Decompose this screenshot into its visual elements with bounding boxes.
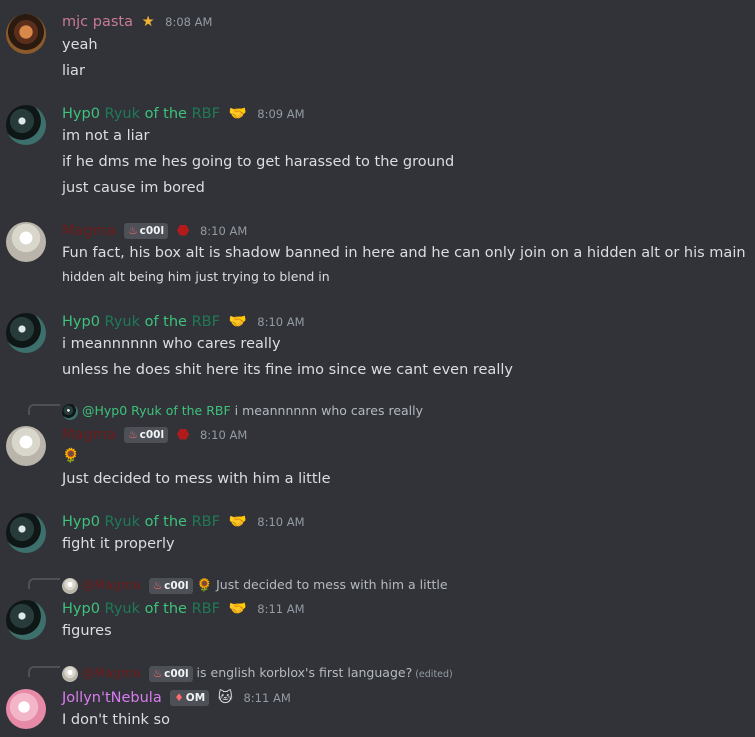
reply-mention[interactable]: @Magma [82, 577, 141, 592]
reply-avatar [62, 577, 78, 594]
role-tag: ♨ c00l [148, 665, 193, 682]
reply-mention[interactable]: @Magma [82, 665, 141, 680]
message-text: if he dms me hes going to get harassed t… [62, 154, 455, 170]
message-header: Hyp0 Ryuk of the RBF 🤝 8:10 AM [62, 512, 305, 532]
message-text: Fun fact, his box alt is shadow banned i… [62, 245, 746, 261]
fire-icon: ♨ [128, 225, 138, 237]
reply-text: Just decided to mess with him a little [216, 577, 448, 592]
reply-text: is english korblox's first language? [196, 665, 413, 680]
star-icon: ★ [141, 14, 155, 30]
timestamp: 8:11 AM [257, 602, 305, 616]
avatar[interactable] [6, 105, 46, 145]
avatar[interactable] [6, 513, 46, 553]
message-text: im not a liar [62, 128, 150, 144]
timestamp: 8:11 AM [243, 691, 291, 705]
red-badge-icon: ⬣ [176, 427, 190, 443]
avatar[interactable] [6, 14, 46, 54]
fire-icon: ♨ [128, 429, 138, 441]
author-name[interactable]: Magma [62, 223, 116, 239]
emoji-icon: 🌻 [196, 577, 213, 592]
edited-label: (edited) [415, 669, 453, 680]
avatar[interactable] [6, 222, 46, 262]
author-name[interactable]: Hyp0 Ryuk of the RBF [62, 106, 220, 122]
message-text: fight it properly [62, 536, 175, 552]
message-header: Jollyn'tNebula ♦ OM 🐱 8:11 AM [62, 688, 291, 708]
timestamp: 8:10 AM [199, 224, 248, 238]
red-badge-icon: ⬣ [176, 223, 190, 239]
role-tag: ♨ c00l [124, 223, 169, 239]
timestamp: 8:08 AM [165, 15, 213, 29]
timestamp: 8:10 AM [257, 515, 305, 529]
reply-avatar [62, 665, 78, 682]
message-text: liar [62, 63, 85, 79]
message-header: Hyp0 Ryuk of the RBF 🤝 8:09 AM [62, 104, 305, 124]
handshake-icon: 🤝 [228, 514, 247, 530]
author-name[interactable]: Hyp0 Ryuk of the RBF [62, 601, 220, 617]
message-text: Just decided to mess with him a little [62, 471, 331, 487]
author-name[interactable]: Hyp0 Ryuk of the RBF [62, 314, 220, 330]
message-header: Hyp0 Ryuk of the RBF 🤝 8:10 AM [62, 312, 305, 332]
reply-avatar [62, 403, 78, 420]
reply-spine [28, 404, 60, 415]
timestamp: 8:10 AM [199, 428, 248, 442]
message-header: Hyp0 Ryuk of the RBF 🤝 8:11 AM [62, 599, 305, 619]
reply-spine [28, 578, 60, 589]
avatar[interactable] [6, 313, 46, 353]
cat-icon: 🐱 [217, 690, 233, 706]
handshake-icon: 🤝 [228, 106, 247, 122]
handshake-icon: 🤝 [228, 314, 247, 330]
avatar[interactable] [6, 600, 46, 640]
timestamp: 8:10 AM [257, 315, 305, 329]
avatar[interactable] [6, 426, 46, 466]
message-text: just cause im bored [62, 180, 205, 196]
author-name[interactable]: mjc pasta [62, 14, 133, 30]
author-name[interactable]: Hyp0 Ryuk of the RBF [62, 514, 220, 530]
message-header: Magma ♨ c00l ⬣ 8:10 AM [62, 221, 247, 241]
message-text: yeah [62, 37, 98, 53]
role-tag: ♨ c00l [124, 427, 169, 443]
author-name[interactable]: Magma [62, 427, 116, 443]
fire-icon: ♨ [152, 579, 163, 592]
message-text: I don't think so [62, 712, 170, 728]
reply-preview[interactable]: @Hyp0 Ryuk of the RBF i meannnnnn who ca… [62, 402, 423, 420]
message-text: unless he does shit here its fine imo si… [62, 362, 513, 378]
fire-icon: ♨ [152, 667, 163, 680]
reply-spine [28, 666, 60, 677]
gem-icon: ♦ [174, 692, 184, 704]
message-header: Magma ♨ c00l ⬣ 8:10 AM [62, 425, 247, 445]
message-text: i meannnnnn who cares really [62, 336, 281, 352]
reply-text: i meannnnnn who cares really [234, 403, 424, 418]
handshake-icon: 🤝 [228, 601, 247, 617]
reply-preview[interactable]: @Magma ♨ c00l is english korblox's first … [62, 664, 453, 682]
avatar[interactable] [6, 689, 46, 729]
reply-mention[interactable]: @Hyp0 Ryuk of the RBF [82, 403, 231, 418]
emoji-icon: 🌻 [62, 448, 80, 464]
message-text: hidden alt being him just trying to blen… [62, 269, 330, 284]
reply-preview[interactable]: @Magma ♨ c00l 🌻 Just decided to mess with… [62, 576, 448, 594]
role-tag: ♨ c00l [148, 577, 193, 594]
role-tag: ♦ OM [170, 690, 210, 706]
author-name[interactable]: Jollyn'tNebula [62, 690, 162, 706]
message-header: mjc pasta ★ 8:08 AM [62, 12, 212, 32]
timestamp: 8:09 AM [257, 107, 305, 121]
message-text: figures [62, 623, 112, 639]
